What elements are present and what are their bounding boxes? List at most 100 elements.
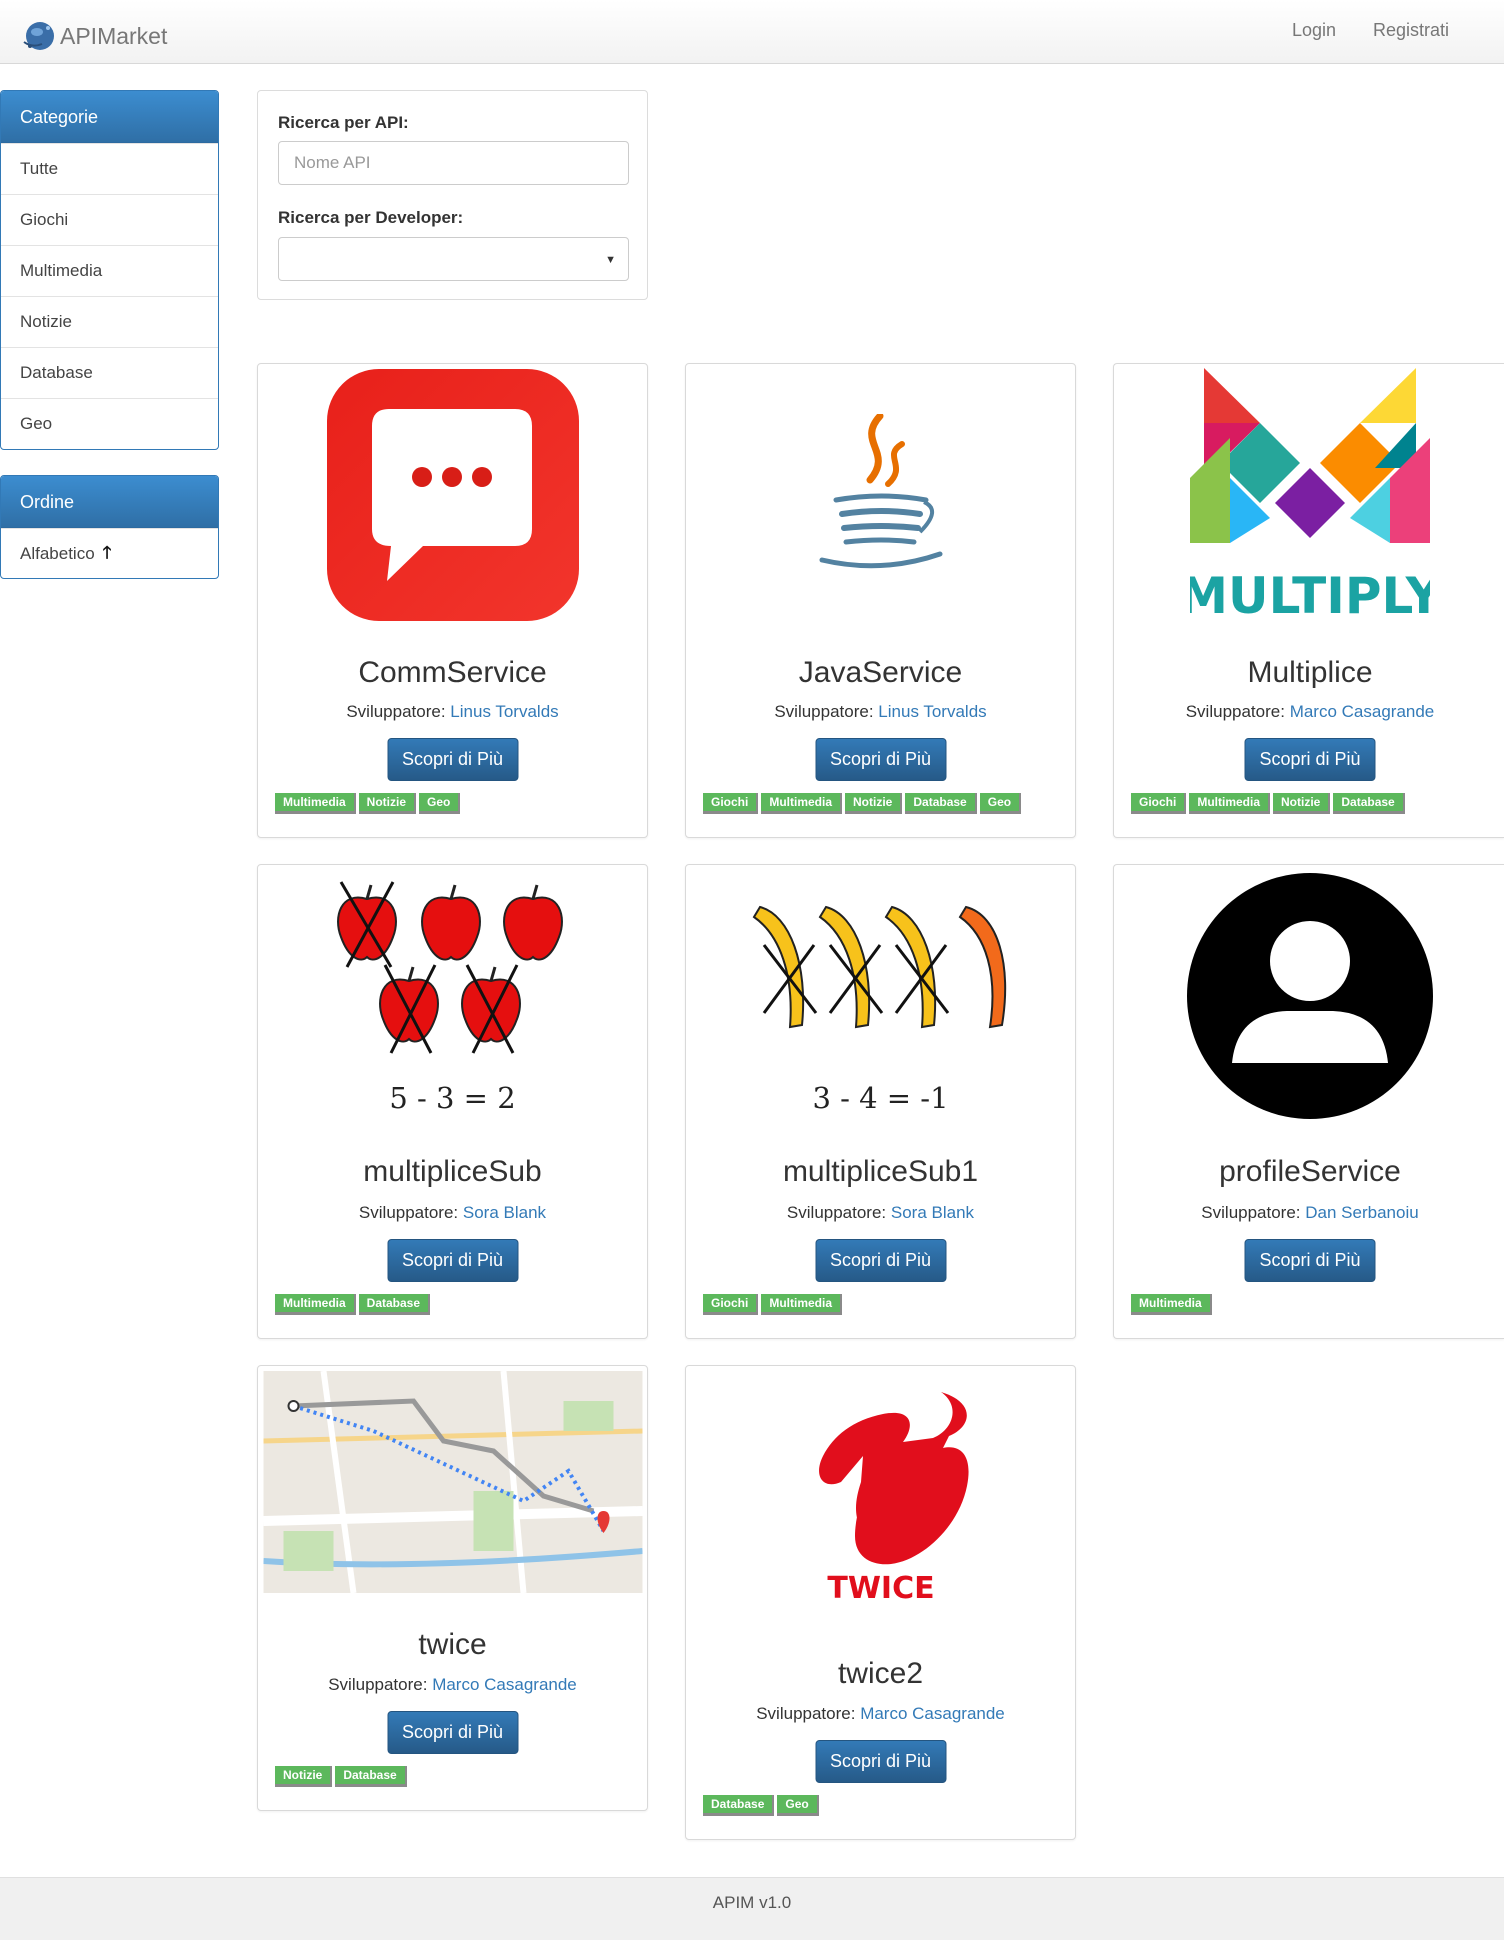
tag[interactable]: Geo <box>979 793 1022 814</box>
tag[interactable]: Notizie <box>275 1766 333 1787</box>
discover-more-button[interactable]: Scopri di Più <box>815 738 946 781</box>
tag[interactable]: Giochi <box>703 1294 759 1315</box>
category-news[interactable]: Notizie <box>1 296 218 347</box>
developer-link[interactable]: Marco Casagrande <box>432 1675 577 1694</box>
discover-more-button[interactable]: Scopri di Più <box>815 1740 946 1783</box>
api-card: twice Sviluppatore: Marco Casagrande Sco… <box>257 1365 648 1811</box>
twice-logo: TWICE <box>818 1392 969 1606</box>
tag[interactable]: Database <box>1333 793 1405 814</box>
footer-version: APIM v1.0 <box>712 1893 792 1912</box>
developer-select[interactable]: ▼ <box>278 237 629 281</box>
card-title: CommService <box>358 656 547 689</box>
tag[interactable]: Database <box>358 1294 431 1315</box>
tag[interactable]: Multimedia <box>1189 793 1271 814</box>
tag[interactable]: Multimedia <box>761 793 843 814</box>
tag[interactable]: Notizie <box>845 793 903 814</box>
brand-logo-icon <box>23 22 54 50</box>
categories-panel: Categorie Tutte Giochi Multimedia Notizi… <box>0 90 219 450</box>
developer-link[interactable]: Dan Serbanoiu <box>1305 1203 1418 1222</box>
card-title: twice <box>418 1628 487 1661</box>
developer-search-label: Ricerca per Developer: <box>278 208 464 227</box>
brand-name: APIMarket <box>60 22 168 49</box>
discover-more-button[interactable]: Scopri di Più <box>815 1239 946 1282</box>
card-title: twice2 <box>837 1657 924 1690</box>
brand[interactable]: APIMarket <box>20 16 167 56</box>
developer-link[interactable]: Marco Casagrande <box>860 1704 1005 1723</box>
tag[interactable]: Multimedia <box>1131 1294 1212 1315</box>
apples-subtraction <box>336 881 563 1054</box>
card-title: Multiplice <box>1247 656 1373 689</box>
developer-link[interactable]: Linus Torvalds <box>450 702 558 721</box>
java-logo-icon <box>819 414 942 569</box>
tag[interactable]: Giochi <box>1131 793 1187 814</box>
tag-list: Multimedia <box>1131 1294 1212 1315</box>
register-link[interactable]: Registrati <box>1373 20 1449 41</box>
developer-prefix: Sviluppatore: <box>786 1203 887 1222</box>
tag-list: Database Geo <box>703 1795 819 1816</box>
developer-link[interactable]: Sora Blank <box>463 1203 546 1222</box>
tag-list: Multimedia Notizie Geo <box>275 793 461 814</box>
discover-more-button[interactable]: Scopri di Più <box>387 1711 518 1754</box>
tag-list: Notizie Database <box>275 1766 407 1787</box>
developer-prefix: Sviluppatore: <box>774 702 874 721</box>
tag[interactable]: Database <box>703 1795 775 1816</box>
tag[interactable]: Geo <box>777 1795 819 1816</box>
tag[interactable]: Notizie <box>358 793 417 814</box>
card-developer: Sviluppatore: Marco Casagrande <box>1115 702 1504 722</box>
discover-more-button[interactable]: Scopri di Più <box>387 738 518 781</box>
category-multimedia[interactable]: Multimedia <box>1 245 218 296</box>
tag[interactable]: Database <box>905 793 977 814</box>
tag-list: Giochi Multimedia <box>703 1294 843 1315</box>
multiply-logo: MULTIPLY <box>1190 368 1430 624</box>
developer-link[interactable]: Linus Torvalds <box>878 702 986 721</box>
tag[interactable]: Geo <box>419 793 461 814</box>
navbar: APIMarket Login Registrati <box>0 0 1504 64</box>
equation-text: 5 - 3 = 2 <box>389 1081 516 1115</box>
developer-prefix: Sviluppatore: <box>346 702 446 721</box>
api-card: JavaService Sviluppatore: Linus Torvalds… <box>685 363 1076 838</box>
discover-more-button[interactable]: Scopri di Più <box>387 1239 518 1282</box>
category-all[interactable]: Tutte <box>1 143 218 194</box>
footer: APIM v1.0 <box>0 1877 1504 1940</box>
chevron-down-icon: ▼ <box>605 254 616 266</box>
discover-more-button[interactable]: Scopri di Più <box>1244 1239 1376 1282</box>
api-card: profileService Sviluppatore: Dan Serbano… <box>1113 864 1504 1339</box>
discover-more-button[interactable]: Scopri di Più <box>1244 738 1376 781</box>
card-developer: Sviluppatore: Marco Casagrande <box>686 1704 1075 1724</box>
category-geo[interactable]: Geo <box>1 398 218 449</box>
apple-icon <box>336 881 397 968</box>
tag[interactable]: Multimedia <box>275 1294 356 1315</box>
search-panel: Ricerca per API: Ricerca per Developer: … <box>257 90 648 300</box>
order-panel: Ordine Alfabetico 🡑 <box>0 475 219 579</box>
card-title: multipliceSub1 <box>782 1155 979 1188</box>
multiply-logo-text: MULTIPLY <box>1190 567 1430 624</box>
categories-title: Categorie <box>1 91 218 143</box>
route-map <box>263 1371 642 1593</box>
card-title: profileService <box>1219 1155 1401 1188</box>
developer-prefix: Sviluppatore: <box>358 1203 459 1222</box>
card-developer: Sviluppatore: Sora Blank <box>258 1203 647 1223</box>
card-developer: Sviluppatore: Marco Casagrande <box>258 1675 647 1695</box>
login-link[interactable]: Login <box>1292 20 1336 41</box>
category-games[interactable]: Giochi <box>1 194 218 245</box>
api-card: CommService Sviluppatore: Linus Torvalds… <box>257 363 648 838</box>
api-search-input[interactable] <box>278 141 629 185</box>
category-database[interactable]: Database <box>1 347 218 398</box>
order-title: Ordine <box>1 476 218 528</box>
card-title: multipliceSub <box>363 1155 542 1188</box>
tag[interactable]: Giochi <box>703 793 759 814</box>
tag[interactable]: Multimedia <box>761 1294 843 1315</box>
tag[interactable]: Database <box>335 1766 407 1787</box>
twice-logo-text: TWICE <box>827 1571 934 1606</box>
tag[interactable]: Notizie <box>1273 793 1331 814</box>
bananas-subtraction <box>752 905 1006 1029</box>
card-developer: Sviluppatore: Linus Torvalds <box>686 702 1075 722</box>
developer-link[interactable]: Sora Blank <box>891 1203 974 1222</box>
developer-link[interactable]: Marco Casagrande <box>1290 702 1435 721</box>
api-card: MULTIPLY Multiplice Sviluppatore: Marco … <box>1113 363 1504 838</box>
developer-prefix: Sviluppatore: <box>328 1675 428 1694</box>
card-developer: Sviluppatore: Sora Blank <box>686 1203 1075 1223</box>
tag[interactable]: Multimedia <box>275 793 356 814</box>
order-alphabetic[interactable]: Alfabetico 🡑 <box>1 528 218 578</box>
order-alphabetic-label: Alfabetico <box>20 544 95 563</box>
